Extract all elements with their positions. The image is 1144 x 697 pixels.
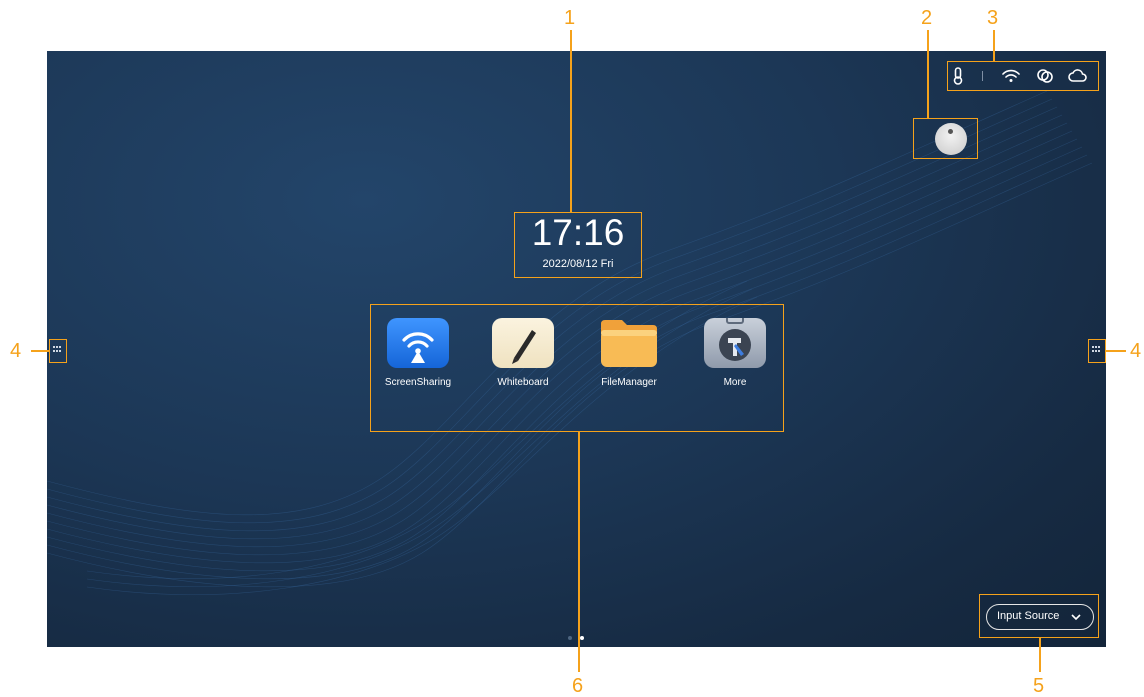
leader-line bbox=[927, 30, 929, 118]
leader-line bbox=[570, 30, 572, 212]
leader-line bbox=[993, 30, 995, 61]
leader-line bbox=[1039, 638, 1041, 672]
leader-line bbox=[1106, 350, 1126, 352]
callout-number: 2 bbox=[921, 7, 933, 29]
page-indicator-dot[interactable] bbox=[568, 636, 572, 640]
callout-box-clock bbox=[514, 212, 642, 278]
callout-box-apps bbox=[370, 304, 784, 432]
callout-box-right-menu bbox=[1088, 339, 1106, 363]
page-indicator-dot-active[interactable] bbox=[580, 636, 584, 640]
callout-number: 1 bbox=[564, 7, 576, 29]
callout-number: 4 bbox=[10, 340, 22, 362]
callout-number: 3 bbox=[987, 7, 999, 29]
callout-box-input-source bbox=[979, 594, 1099, 638]
callout-number: 4 bbox=[1130, 340, 1142, 362]
leader-line bbox=[578, 432, 580, 672]
callout-box-left-menu bbox=[49, 339, 67, 363]
callout-box-status bbox=[947, 61, 1099, 91]
callout-number: 6 bbox=[572, 675, 584, 697]
leader-line bbox=[31, 350, 49, 352]
callout-box-avatar bbox=[913, 118, 978, 159]
callout-number: 5 bbox=[1033, 675, 1045, 697]
